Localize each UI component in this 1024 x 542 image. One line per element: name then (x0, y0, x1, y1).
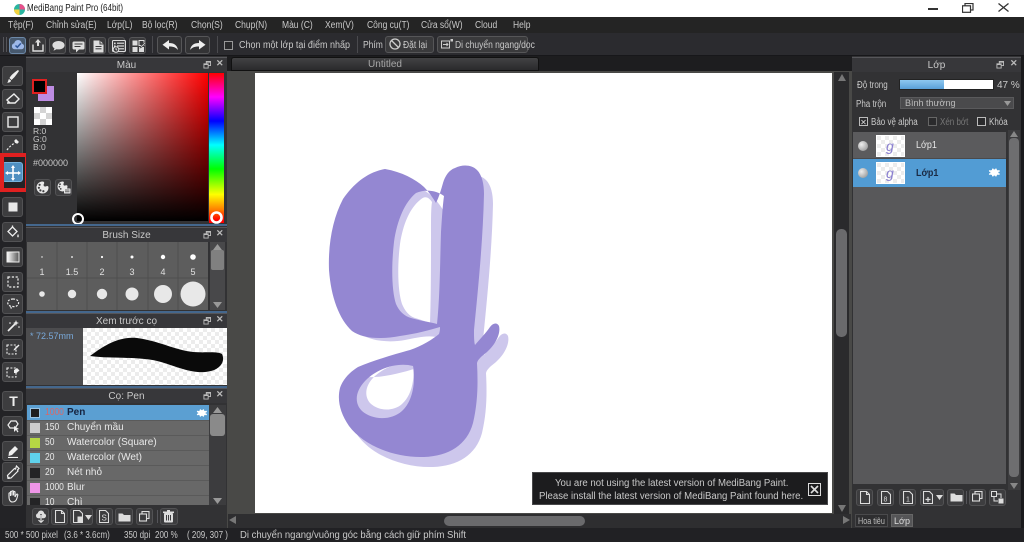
svg-text:g: g (886, 165, 894, 181)
svg-text:g: g (886, 138, 894, 154)
svg-text:2: 2 (99, 267, 104, 277)
svg-text:3: 3 (129, 267, 134, 277)
svg-text:1: 1 (906, 497, 910, 504)
svg-text:S: S (102, 514, 107, 523)
svg-text:4: 4 (160, 267, 165, 277)
svg-text:1: 1 (39, 267, 44, 277)
svg-text:1.5: 1.5 (66, 267, 79, 277)
svg-text:8: 8 (884, 497, 888, 504)
svg-text:5: 5 (190, 267, 195, 277)
